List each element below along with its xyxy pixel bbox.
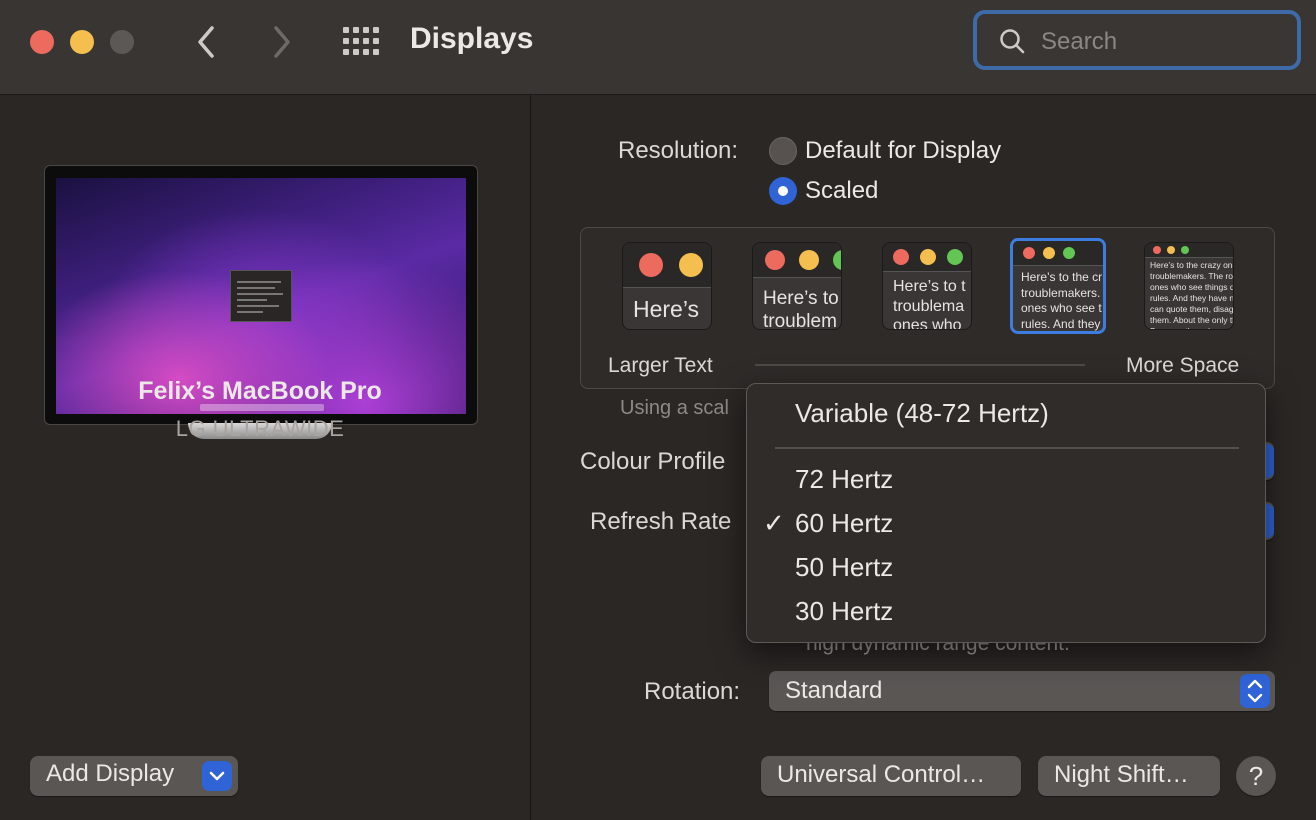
- scale-preview-text: Here’s to t troublema ones who: [893, 278, 966, 330]
- scale-preview-text: Here’s: [633, 296, 700, 322]
- radio-default-label: Default for Display: [805, 137, 1002, 164]
- chevron-left-icon[interactable]: [192, 24, 222, 60]
- scale-option-1[interactable]: Here’s: [622, 242, 712, 330]
- colour-profile-label: Colour Profile: [580, 448, 726, 475]
- scale-left-label: Larger Text: [608, 354, 713, 377]
- scale-option-2[interactable]: Here’s to troublem: [752, 242, 842, 330]
- night-shift-button[interactable]: Night Shift…: [1038, 756, 1220, 796]
- window-title: Displays: [410, 22, 534, 55]
- search-input[interactable]: [1039, 24, 1293, 60]
- up-down-arrows-icon: [1240, 674, 1270, 708]
- scale-preview-text: Here’s to troublem: [763, 288, 839, 330]
- resolution-label: Resolution:: [618, 137, 739, 164]
- night-shift-label: Night Shift…: [1054, 761, 1189, 788]
- menu-item-60-hertz[interactable]: 60 Hertz: [795, 508, 893, 539]
- checkmark-icon: ✓: [763, 508, 785, 538]
- rotation-value: Standard: [785, 677, 883, 704]
- menu-item-30-hertz[interactable]: 30 Hertz: [795, 596, 893, 627]
- device-model: LG ULTRAWIDE: [175, 416, 345, 441]
- refresh-rate-menu: Variable (48-72 Hertz) 72 Hertz ✓ 60 Her…: [746, 383, 1266, 643]
- menu-item-variable[interactable]: Variable (48-72 Hertz): [795, 398, 1049, 429]
- scale-preview-text: Here’s to the cr troublemakers. ones who…: [1021, 270, 1103, 331]
- grid-icon[interactable]: [343, 27, 379, 55]
- radio-default-for-display[interactable]: [769, 137, 797, 165]
- scale-preview-text: Here’s to the crazy ones troublemakers. …: [1150, 260, 1234, 329]
- zoom-window-button[interactable]: [110, 30, 134, 54]
- chevron-down-icon[interactable]: [202, 761, 232, 791]
- chevron-right-icon[interactable]: [266, 24, 296, 60]
- menu-separator: [775, 447, 1239, 449]
- radio-scaled[interactable]: [769, 177, 797, 205]
- close-window-button[interactable]: [30, 30, 54, 54]
- rotation-popup[interactable]: Standard: [769, 671, 1275, 711]
- add-display-label: Add Display: [46, 760, 175, 787]
- radio-scaled-label: Scaled: [805, 177, 879, 204]
- toolbar: Displays: [0, 0, 1316, 95]
- mini-window: [230, 270, 292, 322]
- menu-item-72-hertz[interactable]: 72 Hertz: [795, 464, 893, 495]
- search-icon: [999, 28, 1025, 54]
- scale-slider-track: [755, 364, 1085, 366]
- universal-control-button[interactable]: Universal Control…: [761, 756, 1021, 796]
- universal-control-label: Universal Control…: [777, 761, 986, 788]
- minimize-window-button[interactable]: [70, 30, 94, 54]
- help-button[interactable]: ?: [1236, 756, 1276, 796]
- scale-option-4[interactable]: Here’s to the cr troublemakers. ones who…: [1010, 238, 1106, 334]
- device-name: Felix’s MacBook Pro: [138, 377, 382, 405]
- scale-option-5[interactable]: Here’s to the crazy ones troublemakers. …: [1144, 242, 1234, 330]
- search-field[interactable]: [973, 10, 1301, 70]
- add-display-button[interactable]: Add Display: [30, 756, 238, 796]
- scale-right-label: More Space: [1126, 354, 1240, 377]
- scale-note: Using a scal: [620, 397, 729, 419]
- rotation-label: Rotation:: [644, 678, 741, 705]
- refresh-rate-label: Refresh Rate: [590, 508, 732, 535]
- scale-option-3[interactable]: Here’s to t troublema ones who: [882, 242, 972, 330]
- menu-item-50-hertz[interactable]: 50 Hertz: [795, 552, 893, 583]
